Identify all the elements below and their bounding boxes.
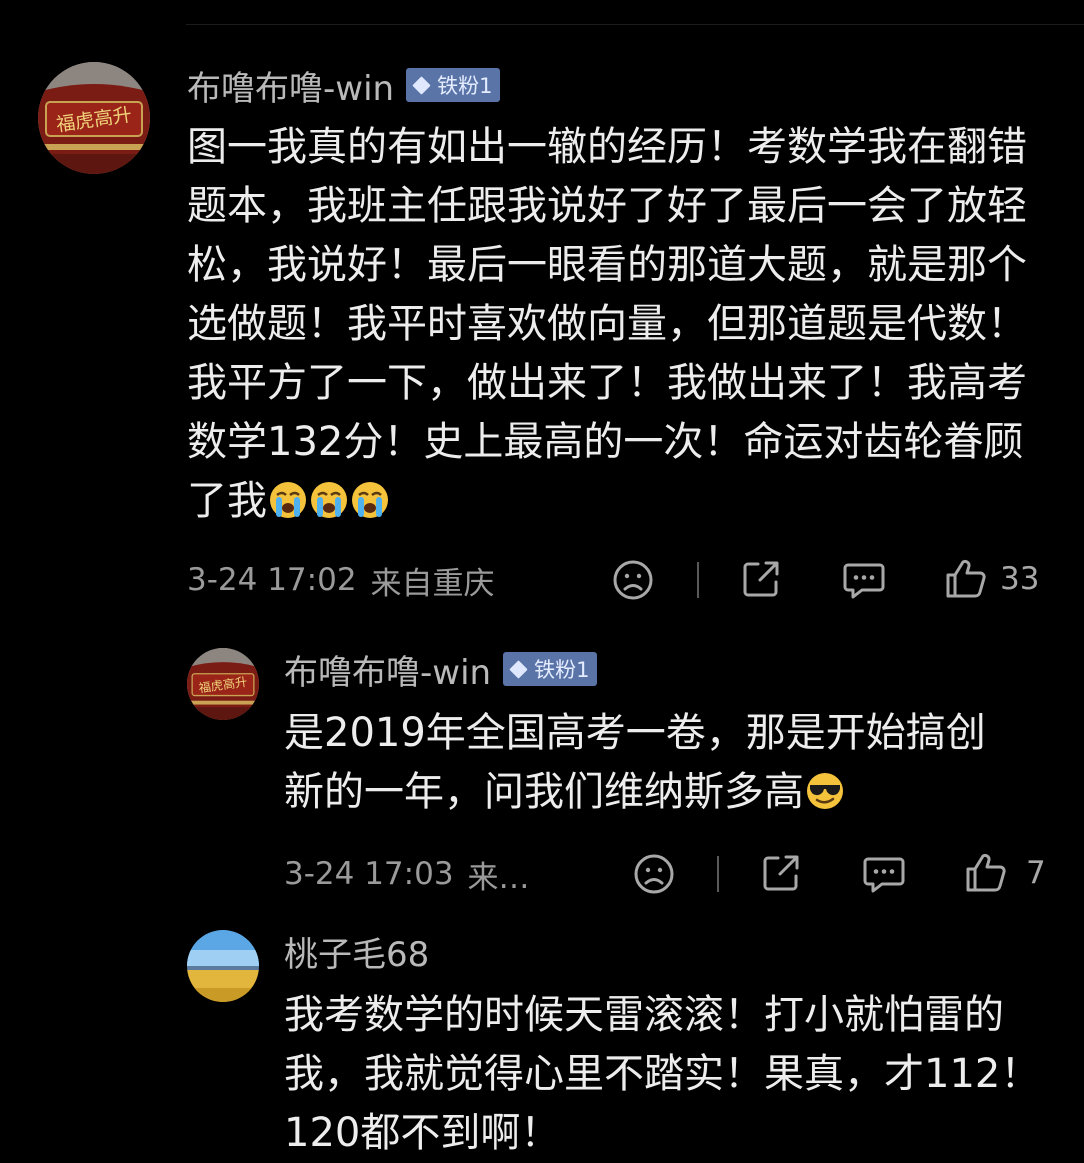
sad-face-icon (634, 854, 674, 894)
reply-button[interactable] (842, 559, 886, 601)
action-divider (717, 856, 719, 892)
location: 来自重庆 (370, 565, 495, 602)
sad-face-icon (613, 560, 653, 600)
like-count: 33 (1000, 561, 1040, 597)
comment-header: 布噜布噜-win 铁粉1 (187, 64, 501, 109)
username[interactable]: 桃子毛68 (284, 927, 429, 976)
reply-button[interactable] (862, 853, 906, 895)
comment-bubble-icon (863, 857, 905, 893)
like-button[interactable]: 33 (944, 557, 1039, 601)
avatar[interactable] (187, 930, 259, 1002)
comment-meta: 3-24 17:02 来自重庆 (187, 560, 495, 602)
share-button[interactable] (760, 852, 802, 894)
comment-header: 布噜布噜-win 铁粉1 (284, 648, 598, 693)
crying-face-icon (268, 478, 308, 537)
avatar[interactable]: 福虎高升 (38, 62, 150, 174)
share-icon (763, 855, 799, 891)
like-button[interactable]: 7 (964, 851, 1046, 895)
timestamp: 3-24 17:03 (284, 856, 454, 892)
action-divider (697, 562, 699, 598)
diamond-icon (509, 659, 528, 679)
comment-text[interactable]: 图一我真的有如出一辙的经历！考数学我在翻错题本，我班主任跟我说好了好了最后一会了… (187, 118, 1053, 537)
fan-badge-label: 铁粉1 (437, 74, 493, 98)
comment-text[interactable]: 我考数学的时候天雷滚滚！打小就怕雷的我，我就觉得心里不踏实！果真，才112！12… (284, 986, 1064, 1163)
comment-text-content: 我考数学的时候天雷滚滚！打小就怕雷的我，我就觉得心里不踏实！果真，才112！12… (284, 992, 1041, 1156)
comment-text[interactable]: 是2019年全国高考一卷，那是开始搞创新的一年，问我们维纳斯多高 (284, 704, 1024, 828)
comment-text-content: 是2019年全国高考一卷，那是开始搞创新的一年，问我们维纳斯多高 (284, 710, 986, 815)
diamond-icon (412, 75, 431, 95)
comment-header: 桃子毛68 (284, 930, 429, 975)
dislike-button[interactable] (612, 559, 654, 601)
crying-face-icon (309, 478, 349, 537)
comment-text-content: 图一我真的有如出一辙的经历！考数学我在翻错题本，我班主任跟我说好了好了最后一会了… (187, 124, 1027, 524)
reply-item: 桃子毛68 我考数学的时候天雷滚滚！打小就怕雷的我，我就觉得心里不踏实！果真，才… (0, 920, 1084, 1158)
avatar[interactable]: 福虎高升 (187, 648, 259, 720)
thumbs-up-icon (946, 559, 986, 598)
timestamp: 3-24 17:02 (187, 562, 357, 598)
fan-badge-label: 铁粉1 (534, 658, 590, 682)
dislike-button[interactable] (633, 853, 675, 895)
crying-face-icon (350, 478, 390, 537)
username[interactable]: 布噜布噜-win (284, 645, 491, 694)
location: 来… (467, 859, 530, 896)
comment-meta: 3-24 17:03 来… (284, 854, 530, 896)
avatar-image (187, 930, 259, 1002)
avatar-image: 福虎高升 (187, 648, 259, 720)
comment-bubble-icon (843, 563, 885, 599)
fan-badge[interactable]: 铁粉1 (406, 68, 501, 102)
comment-item: 福虎高升 布噜布噜-win 铁粉1 图一我真的有如出一辙的经历！考数学我在翻错题… (0, 0, 1084, 620)
share-icon (743, 561, 779, 597)
thumbs-up-icon (966, 853, 1006, 892)
reply-item: 福虎高升 布噜布噜-win 铁粉1 是2019年全国高考一卷，那是开始搞创新的一… (0, 620, 1084, 920)
like-count: 7 (1026, 855, 1046, 891)
share-button[interactable] (740, 558, 782, 600)
fan-badge[interactable]: 铁粉1 (503, 652, 598, 686)
avatar-image: 福虎高升 (38, 62, 150, 174)
sunglasses-face-icon (805, 769, 845, 828)
username[interactable]: 布噜布噜-win (187, 61, 394, 110)
